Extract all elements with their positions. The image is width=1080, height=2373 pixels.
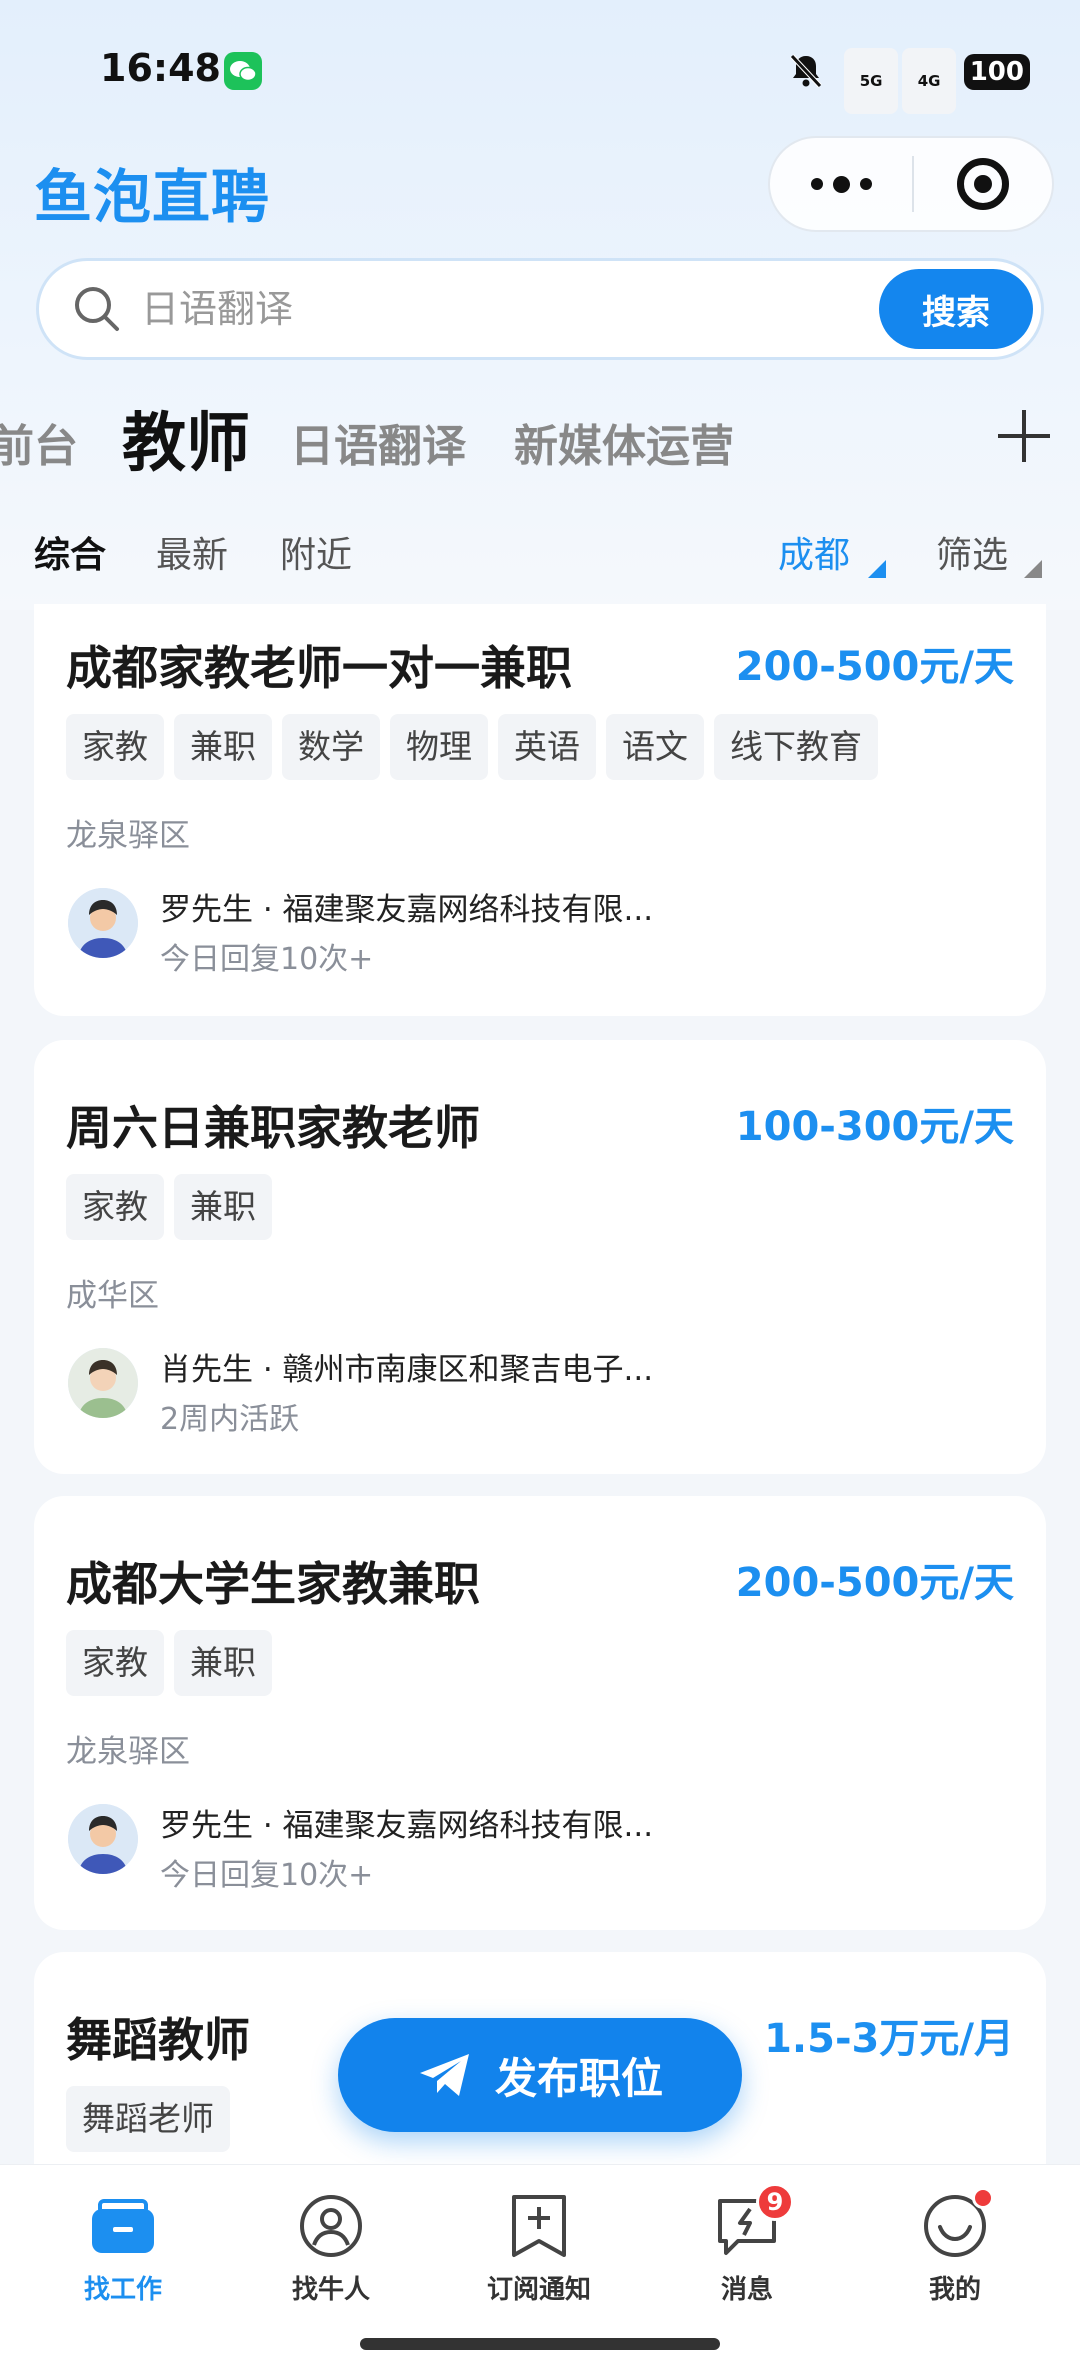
job-tag: 英语 <box>498 714 596 780</box>
job-district: 成华区 <box>66 1278 159 1314</box>
status-bar: 16:48 5G 4G 100 <box>0 0 1080 140</box>
paper-plane-icon <box>419 2054 469 2096</box>
search-icon <box>75 287 119 331</box>
job-tags: 家教 兼职 数学 物理 英语 语文 线下教育 <box>66 714 878 780</box>
more-options-button[interactable] <box>770 138 912 230</box>
recruiter-activity: 2周内活跃 <box>160 1402 300 1437</box>
job-tag: 家教 <box>66 1630 164 1696</box>
job-tag: 家教 <box>66 1174 164 1240</box>
job-tag: 兼职 <box>174 1630 272 1696</box>
job-tag: 语文 <box>606 714 704 780</box>
search-button[interactable]: 搜索 <box>879 269 1033 349</box>
job-card[interactable]: 成都大学生家教兼职 200-500元/天 家教 兼职 龙泉驿区 罗先生 · 福建… <box>34 1496 1046 1930</box>
nav-messages-label: 消息 <box>720 2275 773 2305</box>
briefcase-icon <box>90 2193 156 2259</box>
job-tag: 家教 <box>66 714 164 780</box>
job-title: 成都家教老师一对一兼职 <box>66 641 572 695</box>
tab-new-media-operation[interactable]: 新媒体运营 <box>514 410 734 474</box>
publish-job-label: 发布职位 <box>494 2053 663 2103</box>
miniprogram-capsule <box>768 136 1054 232</box>
nav-find-job-label: 找工作 <box>83 2275 162 2305</box>
job-tag: 物理 <box>390 714 488 780</box>
home-indicator[interactable] <box>360 2338 720 2350</box>
job-tags: 舞蹈老师 <box>66 2086 230 2152</box>
battery-indicator: 100 <box>963 54 1030 90</box>
job-salary: 200-500元/天 <box>735 1560 1014 1606</box>
nav-subscribe[interactable]: 订阅通知 <box>464 2193 614 2306</box>
publish-job-button[interactable]: 发布职位 <box>338 2018 742 2132</box>
recruiter-avatar <box>68 888 138 958</box>
job-tags: 家教 兼职 <box>66 1174 272 1240</box>
search-bar: 搜索 <box>36 258 1044 360</box>
recruiter-info: 罗先生 · 福建聚友嘉网络科技有限... <box>160 1808 654 1844</box>
sort-nearby[interactable]: 附近 <box>280 526 352 578</box>
filter-button[interactable]: 筛选 <box>936 526 1008 578</box>
close-miniprogram-button[interactable] <box>914 138 1052 230</box>
wechat-icon <box>224 52 262 90</box>
signal-4g-icon: 4G <box>901 48 957 114</box>
sort-comprehensive[interactable]: 综合 <box>34 526 106 578</box>
job-salary: 200-500元/天 <box>735 644 1014 690</box>
tab-front-desk[interactable]: 前台 <box>0 410 78 474</box>
nav-find-job[interactable]: 找工作 <box>48 2193 198 2306</box>
filter-dropdown-icon <box>1024 560 1042 578</box>
nav-mine[interactable]: 我的 <box>880 2187 1030 2306</box>
job-tags: 家教 兼职 <box>66 1630 272 1696</box>
job-tag: 线下教育 <box>714 714 878 780</box>
job-salary: 100-300元/天 <box>735 1104 1014 1150</box>
job-title: 周六日兼职家教老师 <box>66 1101 480 1155</box>
job-salary: 1.5-3万元/月 <box>764 2016 1014 2062</box>
notification-dot <box>972 2187 994 2209</box>
bookmark-plus-icon <box>506 2193 572 2259</box>
job-tag: 舞蹈老师 <box>66 2086 230 2152</box>
more-dots-icon <box>810 178 823 190</box>
job-tag: 数学 <box>282 714 380 780</box>
target-icon <box>957 158 1009 210</box>
recruiter-activity: 今日回复10次+ <box>160 1858 374 1893</box>
app-title: 鱼泡直聘 <box>34 163 271 231</box>
search-input[interactable] <box>141 287 821 331</box>
tab-teacher[interactable]: 教师 <box>122 392 250 484</box>
recruiter-avatar <box>68 1348 138 1418</box>
tab-japanese-translation[interactable]: 日语翻译 <box>290 410 466 474</box>
nav-subscribe-label: 订阅通知 <box>486 2275 591 2305</box>
nav-mine-label: 我的 <box>928 2275 981 2305</box>
recruiter-activity: 今日回复10次+ <box>160 942 374 977</box>
job-list: 成都家教老师一对一兼职 200-500元/天 家教 兼职 数学 物理 英语 语文… <box>0 604 1080 2164</box>
smiley-icon <box>922 2187 994 2259</box>
job-tag: 兼职 <box>174 1174 272 1240</box>
status-time: 16:48 <box>100 46 221 90</box>
nav-messages[interactable]: 9 消息 <box>672 2183 822 2306</box>
city-selector[interactable]: 成都 <box>778 526 850 578</box>
city-dropdown-icon <box>868 560 886 578</box>
job-title: 成都大学生家教兼职 <box>66 1557 480 1611</box>
sort-newest[interactable]: 最新 <box>156 526 228 578</box>
job-tag: 兼职 <box>174 714 272 780</box>
mute-bell-icon <box>786 50 826 94</box>
person-icon <box>298 2193 364 2259</box>
recruiter-info: 肖先生 · 赣州市南康区和聚吉电子... <box>160 1352 654 1388</box>
nav-find-talent-label: 找牛人 <box>291 2275 370 2305</box>
job-district: 龙泉驿区 <box>66 1734 190 1770</box>
category-tabs: 前台 教师 日语翻译 新媒体运营 <box>0 392 1080 482</box>
job-card[interactable]: 成都家教老师一对一兼职 200-500元/天 家教 兼职 数学 物理 英语 语文… <box>34 604 1046 1016</box>
job-title: 舞蹈教师 <box>66 2013 250 2067</box>
signal-5g-icon: 5G <box>843 48 899 114</box>
filter-row: 综合 最新 附近 成都 筛选 <box>0 512 1080 592</box>
recruiter-info: 罗先生 · 福建聚友嘉网络科技有限... <box>160 892 654 928</box>
job-card[interactable]: 周六日兼职家教老师 100-300元/天 家教 兼职 成华区 肖先生 · 赣州市… <box>34 1040 1046 1474</box>
message-badge: 9 <box>756 2183 794 2221</box>
add-category-icon[interactable] <box>994 406 1054 466</box>
job-district: 龙泉驿区 <box>66 818 190 854</box>
recruiter-avatar <box>68 1804 138 1874</box>
nav-find-talent[interactable]: 找牛人 <box>256 2193 406 2306</box>
message-icon: 9 <box>714 2183 794 2259</box>
